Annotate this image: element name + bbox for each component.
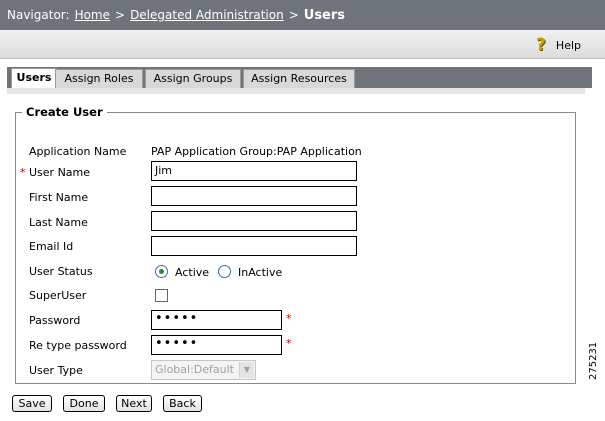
superuser-label: SuperUser xyxy=(29,289,87,302)
status-active-radio[interactable] xyxy=(155,265,168,278)
help-question-icon: ? xyxy=(535,35,546,55)
required-marker: * xyxy=(286,337,292,350)
tab-content-header xyxy=(7,88,585,94)
last-name-input[interactable] xyxy=(151,211,357,231)
status-active-label: Active xyxy=(175,266,210,279)
application-name-value: PAP Application Group:PAP Application xyxy=(151,145,362,158)
first-name-input[interactable] xyxy=(151,186,357,206)
user-type-select[interactable]: Global:Default ▼ xyxy=(151,360,256,380)
help-toolbar: ? Help xyxy=(0,30,605,59)
save-button[interactable]: Save xyxy=(12,395,52,412)
back-button[interactable]: Back xyxy=(163,395,202,412)
breadcrumb-separator: > xyxy=(288,8,299,22)
figure-id: 275231 xyxy=(588,341,599,380)
user-name-input[interactable]: Jim xyxy=(151,161,357,181)
retype-password-input[interactable]: ••••• xyxy=(151,335,282,355)
password-label: Password xyxy=(29,314,81,327)
superuser-checkbox[interactable] xyxy=(155,289,168,302)
retype-password-label: Re type password xyxy=(29,339,127,352)
user-status-label: User Status xyxy=(29,265,93,278)
breadcrumb-home-link[interactable]: Home xyxy=(75,8,110,22)
help-label: Help xyxy=(555,38,581,52)
tab-users[interactable]: Users xyxy=(11,68,57,89)
breadcrumb-delegated-admin-link[interactable]: Delegated Administration xyxy=(130,8,284,22)
status-inactive-radio[interactable] xyxy=(218,265,231,278)
tab-assign-roles[interactable]: Assign Roles xyxy=(55,69,143,88)
chevron-down-icon: ▼ xyxy=(239,362,254,378)
next-button[interactable]: Next xyxy=(116,395,152,412)
required-marker: * xyxy=(20,166,26,179)
tab-assign-groups[interactable]: Assign Groups xyxy=(145,69,241,88)
navigator-prefix: Navigator: xyxy=(7,8,70,22)
tab-bar: Users Assign Roles Assign Groups Assign … xyxy=(7,67,592,89)
last-name-label: Last Name xyxy=(29,216,88,229)
create-user-legend: Create User xyxy=(22,105,107,119)
breadcrumb-separator: > xyxy=(115,8,126,22)
navigator-bar: Navigator: Home > Delegated Administrati… xyxy=(0,0,605,30)
required-marker: * xyxy=(286,312,292,325)
tab-assign-resources[interactable]: Assign Resources xyxy=(243,69,355,88)
email-input[interactable] xyxy=(151,236,357,256)
done-button[interactable]: Done xyxy=(63,395,105,412)
user-name-label: User Name xyxy=(29,166,91,179)
application-name-label: Application Name xyxy=(29,145,127,158)
breadcrumb-current-page: Users xyxy=(303,7,346,23)
user-type-value: Global:Default xyxy=(155,363,234,376)
status-inactive-label: InActive xyxy=(238,266,283,279)
password-input[interactable]: ••••• xyxy=(151,310,282,330)
email-label: Email Id xyxy=(29,240,74,253)
user-type-label: User Type xyxy=(29,364,83,377)
help-button[interactable]: ? Help xyxy=(534,35,581,55)
first-name-label: First Name xyxy=(29,191,89,204)
